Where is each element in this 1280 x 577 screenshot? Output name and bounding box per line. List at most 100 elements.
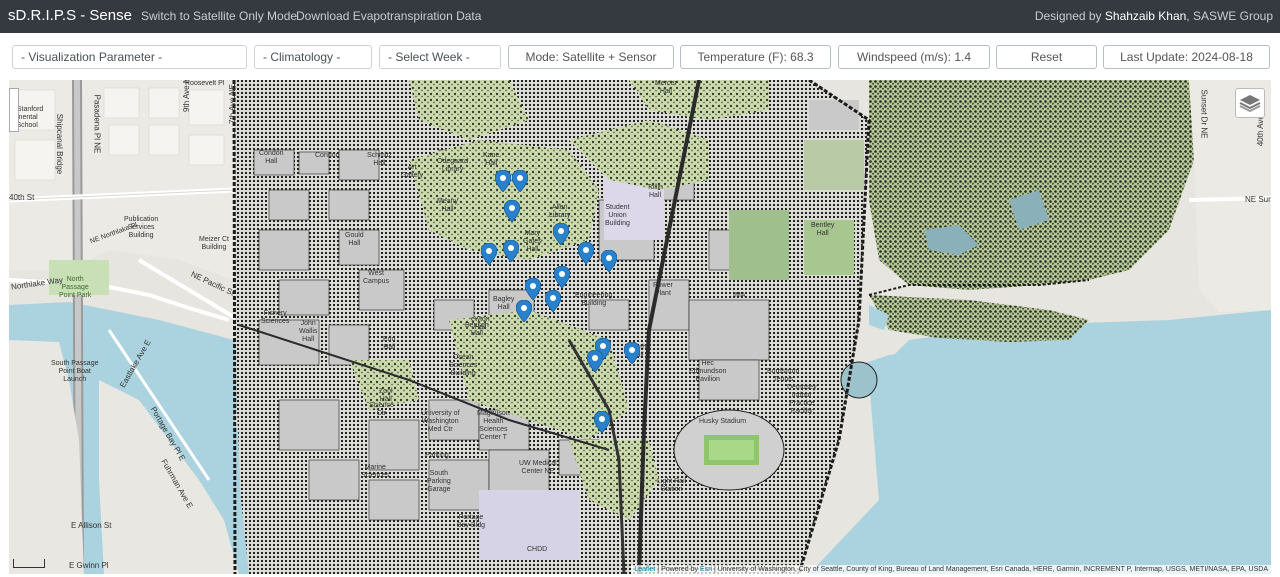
label-schmitz-hall: Schmitz Hall (367, 152, 392, 167)
label-40th-st: 40th St (9, 193, 35, 202)
download-et-data-link[interactable]: Download Evapotranspiration Data (296, 9, 481, 23)
label-parking: Parking (425, 452, 449, 459)
last-update-button[interactable]: Last Update: 2024-08-18 (1103, 45, 1270, 69)
label-bordstrom: Bordstrom Tennis (767, 368, 800, 383)
label-bentley-hall: Bentley Hall (811, 222, 835, 237)
label-john-wallis: John Wallis Hall (299, 320, 318, 343)
label-light-rail: Light Rail Station (657, 478, 687, 493)
label-ima: IMA (733, 292, 746, 299)
label-ocean-sciences: Ocean Sciences Building (449, 354, 478, 377)
label-odegaard: Odegaard Library (437, 158, 469, 173)
label-south-parking: South Parking Garage (427, 470, 451, 493)
sensor-marker[interactable] (516, 300, 532, 322)
map-pin-icon (503, 240, 519, 262)
map-attribution: Leaflet | Powered by Esri | University o… (631, 565, 1271, 574)
label-kane-hall: Kane Hall (483, 152, 500, 167)
sensor-marker[interactable] (553, 223, 569, 245)
label-chdd: CHDD (527, 546, 548, 553)
label-power-plant: Power Plant (653, 282, 673, 297)
label-husky-stadium: Husky Stadium (699, 418, 747, 425)
label-west-campus: West Campus (363, 270, 390, 285)
label-9th-ave: 9th Ave NE (181, 80, 191, 112)
label-7th-ave: 7th Ave NE (227, 84, 237, 124)
esri-link[interactable]: Esri (700, 566, 712, 573)
map-pin-icon (481, 243, 497, 265)
map-pin-icon (624, 342, 640, 364)
map-pin-icon (525, 278, 541, 300)
label-shipcanal: Shipcanal Bridge (55, 113, 65, 175)
label-condon: Condon (315, 152, 340, 159)
designer-name: Shahzaib Khan (1104, 9, 1187, 23)
climatology-select[interactable]: - Climatology - (254, 45, 372, 69)
map-basemap (9, 80, 1271, 574)
label-sunset-dr: Sunset Dr NE (1199, 89, 1209, 139)
label-science-ctr: Science Ctr (369, 402, 394, 417)
sensor-marker[interactable] (594, 411, 610, 433)
mode-button[interactable]: Mode: Satellite + Sensor (508, 45, 674, 69)
label-mercer-hall: Mercer Hall (655, 80, 677, 95)
sensor-marker[interactable] (578, 242, 594, 264)
sensor-marker[interactable] (601, 250, 617, 272)
label-marine-sciences: Marine Sciences (361, 464, 390, 479)
visualization-parameter-select[interactable]: - Visualization Parameter - (12, 45, 247, 69)
label-condon-hall: Condon Hall (259, 150, 284, 165)
sensor-marker[interactable] (503, 240, 519, 262)
map-pin-icon (495, 170, 511, 192)
sensor-marker[interactable] (525, 278, 541, 300)
label-meany-hall: Meany Hall (437, 198, 459, 213)
label-bagley-hall: Bagley Hall (493, 296, 515, 311)
label-south-passage: South Passage Point Boat Launch (51, 360, 99, 383)
label-art-gallery: Art Gallery (401, 164, 424, 179)
label-student-union: Student Union Building (605, 204, 630, 227)
map-pin-icon (578, 242, 594, 264)
label-uw-medical: UW Medical Center NE (519, 460, 557, 475)
label-edu-hall: Edu Hall (383, 336, 396, 351)
map-pin-icon (601, 250, 617, 272)
map-pin-icon (554, 266, 570, 288)
label-gould-hall: Gould Hall (345, 232, 364, 247)
label-pasadena: Pasadena Pl NE (92, 94, 102, 154)
label-gwinn: E Gwinn Pl (69, 561, 109, 570)
label-ne-sun: NE Sun (1245, 195, 1271, 204)
week-select[interactable]: - Select Week - (379, 45, 501, 69)
label-allen-library: Allen Library (549, 204, 571, 219)
map-pin-icon (545, 290, 561, 312)
layers-button[interactable] (1235, 88, 1265, 118)
label-mary-gates: Mary Gates Hall (523, 230, 542, 253)
label-hec-edmundson: Hec Edmundson Pavilion (689, 360, 727, 383)
label-tollin-hall: Tollin Hall (647, 184, 663, 199)
map-pin-icon (504, 200, 520, 222)
satellite-only-mode-link[interactable]: Switch to Satellite Only Mode (141, 9, 297, 23)
label-meizer: Meizer Ct Building (199, 236, 229, 251)
app-title[interactable]: sD.R.I.P.S - Sense (8, 7, 132, 24)
label-univ-med-ctr: University of Washington Med Ctr (421, 410, 460, 433)
sensor-marker[interactable] (554, 266, 570, 288)
label-engineering: Engineering Building (575, 292, 613, 307)
map-pin-icon (512, 170, 528, 192)
temperature-button[interactable]: Temperature (F): 68.3 (680, 45, 831, 69)
label-dempsey: Dempsey Indoor Practice Facility (787, 384, 817, 415)
layers-icon (1239, 95, 1261, 113)
map-pin-icon (516, 300, 532, 322)
label-allison: E Allison St (71, 521, 112, 530)
sensor-marker[interactable] (545, 290, 561, 312)
reset-button[interactable]: Reset (996, 45, 1097, 69)
label-north-passage: North Passage Point Park (59, 276, 92, 299)
navbar: sD.R.I.P.S - Sense Switch to Satellite O… (0, 0, 1280, 33)
sensor-marker[interactable] (512, 170, 528, 192)
label-magnuson: Magnuson Health Sciences Center T (477, 410, 510, 441)
map-pin-icon (587, 350, 603, 372)
sensor-marker[interactable] (481, 243, 497, 265)
zoom-control[interactable] (9, 88, 19, 132)
map-pin-icon (553, 223, 569, 245)
sensor-marker[interactable] (504, 200, 520, 222)
sensor-marker[interactable] (495, 170, 511, 192)
designer-credit: Designed by Shahzaib Khan, SASWE Group (1034, 9, 1273, 23)
label-portage-bay-bldg: Portage Bay Bldg (457, 514, 486, 529)
sensor-marker[interactable] (624, 342, 640, 364)
windspeed-button[interactable]: Windspeed (m/s): 1.4 (838, 45, 990, 69)
label-ewton-hall: ewton Hall (471, 316, 490, 331)
leaflet-link[interactable]: Leaflet (634, 566, 655, 573)
map-view[interactable]: Roosevelt Pl n Stanford mental School 40… (9, 80, 1271, 574)
sensor-marker[interactable] (587, 350, 603, 372)
